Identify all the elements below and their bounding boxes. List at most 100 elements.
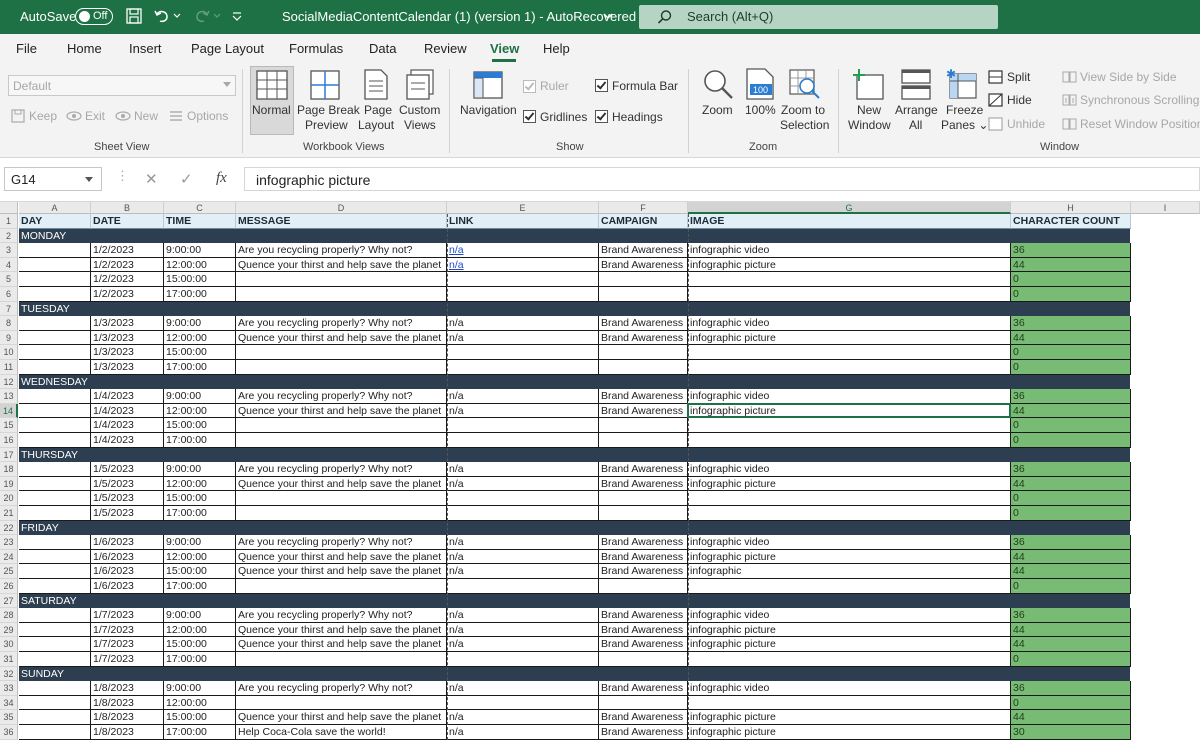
gridlines-checkbox[interactable]	[523, 110, 536, 123]
cell-image[interactable]	[688, 491, 1011, 506]
hide-button[interactable]: Hide	[1007, 93, 1032, 108]
cell-message[interactable]: Quence your thirst and help save the pla…	[236, 549, 447, 565]
tab-home[interactable]: Home	[67, 41, 102, 56]
row-header[interactable]: 25	[0, 564, 18, 579]
cell-message[interactable]: Are you recycling properly? Why not?	[236, 535, 447, 550]
synchronous-scrolling-button[interactable]: Synchronous Scrolling	[1080, 93, 1199, 108]
cell-count[interactable]: 0	[1011, 345, 1131, 360]
zoom-100-button[interactable]: 100%	[745, 103, 776, 118]
cell-date[interactable]: 1/2/2023	[91, 272, 164, 287]
undo-dropdown-icon[interactable]	[172, 6, 182, 26]
cell-image[interactable]: infographic picture	[688, 257, 1011, 273]
cell-day[interactable]	[19, 549, 91, 565]
cell-image[interactable]: infographic video	[688, 608, 1011, 623]
cell-day[interactable]	[19, 637, 91, 652]
row-header[interactable]: 31	[0, 652, 18, 667]
cell-link[interactable]: n/a	[447, 403, 599, 419]
row-header[interactable]: 7	[0, 301, 18, 317]
row-header[interactable]: 9	[0, 330, 18, 346]
unhide-button[interactable]: Unhide	[1007, 117, 1045, 132]
cell-message[interactable]: Quence your thirst and help save the pla…	[236, 622, 447, 638]
cell-day[interactable]	[19, 418, 91, 433]
cell-link[interactable]	[447, 652, 599, 667]
cell-message[interactable]: Are you recycling properly? Why not?	[236, 608, 447, 623]
cell-image[interactable]: infographic video	[688, 681, 1011, 696]
row-header[interactable]: 35	[0, 710, 18, 725]
cell-campaign[interactable]: Brand Awareness	[599, 462, 688, 477]
cell-image[interactable]: infographic video	[688, 316, 1011, 331]
navigation-button[interactable]: Navigation	[460, 103, 517, 118]
row-header[interactable]: 33	[0, 681, 18, 696]
cell-time[interactable]: 15:00:00	[164, 710, 236, 725]
cell-count[interactable]: 44	[1011, 564, 1131, 579]
cell-date[interactable]: 1/3/2023	[91, 345, 164, 360]
cell-time[interactable]: 12:00:00	[164, 330, 236, 346]
cell-day[interactable]	[19, 476, 91, 492]
row-header[interactable]: 24	[0, 549, 18, 565]
cell-image[interactable]: infographic picture	[688, 549, 1011, 565]
cell-count[interactable]: 36	[1011, 608, 1131, 623]
cell-message[interactable]: Are you recycling properly? Why not?	[236, 316, 447, 331]
cell-campaign[interactable]	[599, 695, 688, 711]
row-header[interactable]: 14	[0, 403, 18, 419]
row-header[interactable]: 29	[0, 622, 18, 638]
tab-insert[interactable]: Insert	[129, 41, 162, 56]
cell-message[interactable]: Quence your thirst and help save the pla…	[236, 564, 447, 579]
cell-date[interactable]: 1/7/2023	[91, 652, 164, 667]
cell-campaign[interactable]: Brand Awareness	[599, 710, 688, 725]
cell-link[interactable]: n/a	[447, 389, 599, 404]
sheet-view-dropdown[interactable]: Default	[8, 75, 236, 96]
cell-campaign[interactable]: Brand Awareness	[599, 330, 688, 346]
cell-campaign[interactable]: Brand Awareness	[599, 403, 688, 419]
save-icon[interactable]	[124, 6, 144, 26]
cell-link[interactable]: n/a	[447, 608, 599, 623]
cell-time[interactable]: 17:00:00	[164, 287, 236, 302]
row-header[interactable]: 18	[0, 462, 18, 477]
cell-message[interactable]	[236, 652, 447, 667]
cell-count[interactable]: 0	[1011, 695, 1131, 711]
row-header[interactable]: 8	[0, 316, 18, 331]
cell-link[interactable]	[447, 418, 599, 433]
cell-count[interactable]: 44	[1011, 549, 1131, 565]
cell-image[interactable]: infographic video	[688, 462, 1011, 477]
cell-image[interactable]	[688, 360, 1011, 375]
cell-message[interactable]	[236, 360, 447, 375]
cell-time[interactable]: 9:00:00	[164, 389, 236, 404]
cell-count[interactable]: 44	[1011, 403, 1131, 419]
row-header[interactable]: 23	[0, 535, 18, 550]
formula-input[interactable]: infographic picture	[244, 167, 1200, 191]
column-header-c[interactable]: C	[164, 202, 236, 214]
name-box[interactable]: G14	[4, 167, 102, 191]
cell-day[interactable]	[19, 287, 91, 302]
cell-date[interactable]: 1/5/2023	[91, 476, 164, 492]
cell-date[interactable]: 1/6/2023	[91, 549, 164, 565]
cell-time[interactable]: 17:00:00	[164, 433, 236, 448]
cell-image[interactable]: infographic picture	[688, 330, 1011, 346]
cell-count[interactable]: 44	[1011, 330, 1131, 346]
cell-time[interactable]: 12:00:00	[164, 403, 236, 419]
cell-campaign[interactable]: Brand Awareness	[599, 535, 688, 550]
cell-image[interactable]	[688, 272, 1011, 287]
cell-campaign[interactable]: Brand Awareness	[599, 725, 688, 740]
cell-campaign[interactable]: Brand Awareness	[599, 564, 688, 579]
cell-campaign[interactable]: Brand Awareness	[599, 622, 688, 638]
cell-campaign[interactable]	[599, 272, 688, 287]
column-header-h[interactable]: H	[1011, 202, 1131, 214]
cell-message[interactable]: Are you recycling properly? Why not?	[236, 243, 447, 258]
cell-day[interactable]	[19, 652, 91, 667]
cell-date[interactable]: 1/7/2023	[91, 608, 164, 623]
cell-campaign[interactable]	[599, 287, 688, 302]
row-header[interactable]: 10	[0, 345, 18, 360]
cell-date[interactable]: 1/6/2023	[91, 579, 164, 594]
cell-day[interactable]	[19, 462, 91, 477]
cell-campaign[interactable]: Brand Awareness	[599, 476, 688, 492]
tab-page-layout[interactable]: Page Layout	[191, 41, 264, 56]
cell-date[interactable]: 1/3/2023	[91, 316, 164, 331]
cell-time[interactable]: 12:00:00	[164, 257, 236, 273]
column-title-date[interactable]: DATE	[91, 214, 164, 229]
enter-icon[interactable]: ✓	[180, 170, 193, 188]
cell-message[interactable]: Quence your thirst and help save the pla…	[236, 330, 447, 346]
cell-image[interactable]	[688, 345, 1011, 360]
day-header-row[interactable]: FRIDAY	[19, 520, 1130, 536]
cell-day[interactable]	[19, 257, 91, 273]
